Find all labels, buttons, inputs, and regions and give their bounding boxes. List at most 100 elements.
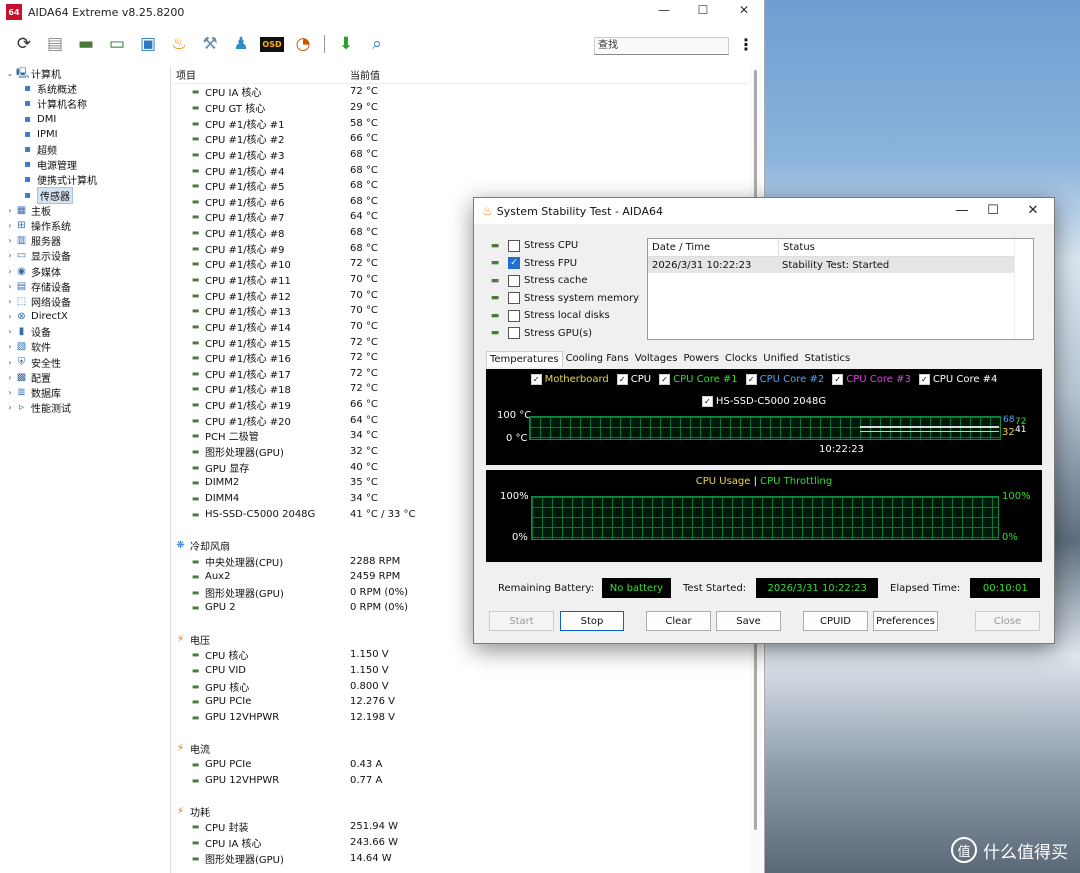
legend-checkbox[interactable]: ✓: [918, 374, 930, 385]
motherboard-icon[interactable]: ▬: [72, 30, 100, 58]
table-row[interactable]: ▬ GPU 12VHPWR 12.198 V: [172, 710, 749, 726]
expand-chevron-icon[interactable]: ›: [4, 327, 16, 336]
expand-chevron-icon[interactable]: ›: [4, 403, 16, 412]
table-row[interactable]: ▬ CPU 核心 1.150 V: [172, 647, 749, 663]
stress-checkbox[interactable]: [508, 327, 520, 340]
tree-item[interactable]: ▪ 系统概述: [0, 81, 170, 96]
table-row[interactable]: ▬ CPU #1/核心 #5 68 °C: [172, 178, 749, 194]
table-row[interactable]: ▬ CPU #1/核心 #3 68 °C: [172, 147, 749, 163]
tree-item[interactable]: › ⊗ DirectX: [0, 309, 170, 324]
tree-item[interactable]: ▪ 便携式计算机: [0, 172, 170, 187]
search-icon[interactable]: ⌕: [363, 30, 391, 58]
legend-checkbox[interactable]: ✓: [659, 374, 671, 385]
memory-icon[interactable]: ▭: [103, 30, 131, 58]
table-row[interactable]: ▬ CPU #1/核心 #1 58 °C: [172, 115, 749, 131]
legend-item-ssd[interactable]: ✓ HS-SSD-C5000 2048G: [701, 396, 826, 407]
dialog-minimize-icon[interactable]: —: [952, 203, 972, 218]
dialog-maximize-icon[interactable]: ☐: [983, 203, 1003, 218]
tree-item[interactable]: ⌄ 🖳 计算机: [0, 66, 170, 81]
log-col-date[interactable]: Date / Time: [648, 239, 779, 256]
table-row[interactable]: ▬ GPU 12VHPWR 0.77 A: [172, 772, 749, 788]
close-button[interactable]: Close: [975, 611, 1040, 631]
legend-checkbox[interactable]: ✓: [745, 374, 757, 385]
tree-item[interactable]: ▪ 计算机名称: [0, 96, 170, 111]
dialog-close-icon[interactable]: ✕: [1023, 203, 1043, 218]
tree-item[interactable]: › ⛨ 安全性: [0, 355, 170, 370]
stress-checkbox[interactable]: [508, 239, 520, 252]
stress-checkbox[interactable]: [508, 292, 520, 305]
tree-item[interactable]: › ⬚ 网络设备: [0, 294, 170, 309]
table-row[interactable]: ▬ 图形处理器(GPU) 14.64 W: [172, 850, 749, 866]
table-row[interactable]: ▬ GPU PCIe 12.276 V: [172, 694, 749, 710]
log-row[interactable]: 2026/3/31 10:22:23 Stability Test: Start…: [648, 257, 1014, 273]
report-icon[interactable]: ▤: [41, 30, 69, 58]
close-icon[interactable]: ✕: [734, 3, 754, 17]
tree-item[interactable]: ▪ 传感器: [0, 186, 170, 204]
save-button[interactable]: Save: [716, 611, 781, 631]
osd-icon[interactable]: OSD: [258, 30, 286, 58]
users-icon[interactable]: ♟: [227, 30, 255, 58]
tab-clocks[interactable]: Clocks: [722, 351, 760, 366]
tools-icon[interactable]: ⚒: [196, 30, 224, 58]
legend-item[interactable]: ✓ CPU Core #3: [832, 374, 911, 385]
table-row[interactable]: ▬ CPU #1/核心 #2 66 °C: [172, 131, 749, 147]
tab-unified[interactable]: Unified: [760, 351, 801, 366]
expand-chevron-icon[interactable]: ›: [4, 282, 16, 291]
maximize-icon[interactable]: ☐: [693, 3, 713, 17]
table-row[interactable]: ▬ CPU IA 核心 72 °C: [172, 84, 749, 100]
table-row[interactable]: ▬ GPU 核心 0.800 V: [172, 678, 749, 694]
legend-checkbox[interactable]: ✓: [832, 374, 844, 385]
tree-item[interactable]: › ▦ 主板: [0, 203, 170, 218]
gauge-icon[interactable]: ◔: [289, 30, 317, 58]
stress-option[interactable]: ▬ Stress CPU: [488, 237, 639, 255]
stress-checkbox[interactable]: [508, 274, 520, 287]
stress-option[interactable]: ▬ Stress local disks: [488, 307, 639, 325]
tree-item[interactable]: ▪ 超频: [0, 142, 170, 157]
tree-item[interactable]: › ◉ 多媒体: [0, 263, 170, 279]
expand-chevron-icon[interactable]: ›: [4, 297, 16, 306]
expand-chevron-icon[interactable]: ›: [4, 358, 16, 367]
legend-checkbox[interactable]: ✓: [701, 396, 713, 407]
table-row[interactable]: ▬ CPU GT 核心 29 °C: [172, 100, 749, 116]
clear-button[interactable]: Clear: [646, 611, 711, 631]
legend-item[interactable]: ✓ CPU Core #4: [918, 374, 997, 385]
tree-item[interactable]: ▪ 电源管理: [0, 157, 170, 172]
search-input[interactable]: 查找: [594, 37, 729, 55]
expand-chevron-icon[interactable]: ⌄: [4, 69, 16, 78]
start-button[interactable]: Start: [489, 611, 554, 631]
preferences-button[interactable]: Preferences: [873, 611, 938, 631]
tab-statistics[interactable]: Statistics: [802, 351, 854, 366]
legend-item[interactable]: ✓ CPU Core #1: [659, 374, 738, 385]
legend-item[interactable]: ✓ CPU Core #2: [745, 374, 824, 385]
stop-button[interactable]: Stop: [560, 611, 624, 631]
more-options-icon[interactable]: ⋮: [738, 35, 754, 54]
flame-icon[interactable]: ♨: [165, 30, 193, 58]
tree-item[interactable]: › ▥ 服务器: [0, 233, 170, 248]
tree-item[interactable]: › ▧ 软件: [0, 339, 170, 354]
tree-item[interactable]: › ⊞ 操作系统: [0, 218, 170, 233]
tab-cooling-fans[interactable]: Cooling Fans: [563, 351, 632, 366]
download-icon[interactable]: ⬇: [332, 30, 360, 58]
stress-option[interactable]: ▬ Stress system memory: [488, 290, 639, 308]
stress-option[interactable]: ▬ Stress GPU(s): [488, 325, 639, 343]
tree-item[interactable]: › ≣ 数据库: [0, 385, 170, 400]
refresh-icon[interactable]: ⟳: [10, 30, 38, 58]
tree-item[interactable]: › ▮ 设备: [0, 324, 170, 339]
expand-chevron-icon[interactable]: ›: [4, 267, 16, 276]
tree-item[interactable]: › ▭ 显示设备: [0, 248, 170, 263]
stress-option[interactable]: ▬ Stress cache: [488, 272, 639, 290]
cpuid-button[interactable]: CPUID: [803, 611, 868, 631]
column-header-item[interactable]: 项目: [176, 67, 196, 82]
expand-chevron-icon[interactable]: ›: [4, 342, 16, 351]
tree-item[interactable]: › ▹ 性能测试: [0, 400, 170, 415]
tab-temperatures[interactable]: Temperatures: [486, 351, 563, 367]
tree-item[interactable]: ▪ DMI: [0, 112, 170, 127]
column-header-value[interactable]: 当前值: [350, 67, 380, 82]
stress-checkbox[interactable]: ✓: [508, 257, 520, 270]
table-row[interactable]: ▬ GPU PCIe 0.43 A: [172, 757, 749, 773]
stress-option[interactable]: ▬ ✓ Stress FPU: [488, 255, 639, 273]
log-scrollbar[interactable]: [1014, 239, 1033, 339]
table-row[interactable]: ▬ CPU VID 1.150 V: [172, 663, 749, 679]
tree-item[interactable]: ▪ IPMI: [0, 127, 170, 142]
legend-checkbox[interactable]: ✓: [616, 374, 628, 385]
